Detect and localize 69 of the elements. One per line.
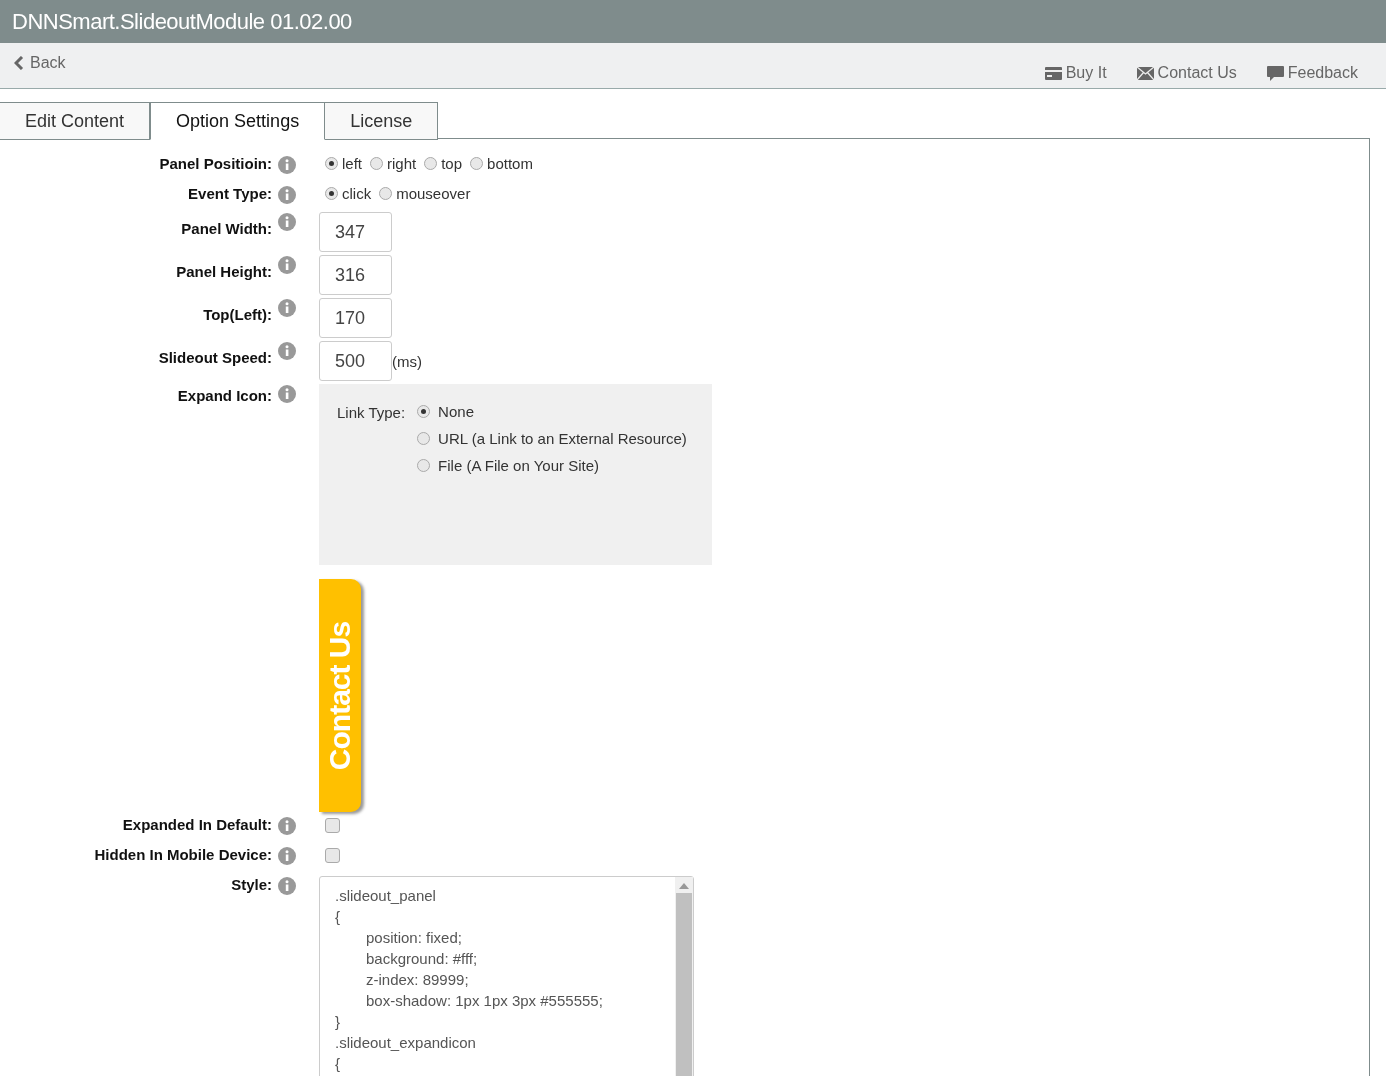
field-label: Hidden In Mobile Device: xyxy=(93,846,272,863)
info-icon[interactable] xyxy=(278,847,296,865)
radio-button[interactable] xyxy=(417,459,431,472)
field-label: Expanded In Default: xyxy=(121,816,272,833)
radio-button[interactable] xyxy=(379,187,393,200)
link-type-label: Link Type: xyxy=(337,404,406,423)
code-line: .slideout_panel xyxy=(335,886,437,906)
radio-option[interactable]: left xyxy=(325,155,362,172)
radio-option[interactable]: top xyxy=(424,155,463,172)
nav-link[interactable]: Buy It xyxy=(1044,64,1107,82)
field-label: Slideout Speed: xyxy=(157,349,272,366)
radio-button[interactable] xyxy=(470,157,484,170)
code-line: } xyxy=(335,1012,341,1032)
unit-label: (ms) xyxy=(392,353,422,370)
radio-button[interactable] xyxy=(370,157,383,170)
info-icon[interactable] xyxy=(278,156,296,174)
number-field[interactable]: 347 xyxy=(319,212,392,252)
credit-card-icon xyxy=(1044,66,1062,80)
code-line: background: #fff; xyxy=(365,949,479,969)
radio-button[interactable] xyxy=(417,432,431,445)
radio-option[interactable]: click xyxy=(325,185,372,202)
field-label: Panel Width: xyxy=(180,220,272,237)
field-label: Panel Height: xyxy=(175,263,272,280)
info-icon[interactable] xyxy=(278,213,296,231)
field-label: Style: xyxy=(230,876,272,893)
tab[interactable]: Option Settings xyxy=(150,102,326,140)
info-icon[interactable] xyxy=(278,342,296,360)
radio-option[interactable]: URL (a Link to an External Resource) xyxy=(417,429,687,448)
info-icon[interactable] xyxy=(278,299,296,317)
nav-link[interactable]: Feedback xyxy=(1266,64,1358,82)
info-icon[interactable] xyxy=(278,877,296,895)
tab[interactable]: Edit Content xyxy=(0,102,151,140)
scroll-up-icon[interactable] xyxy=(679,883,689,889)
info-icon[interactable] xyxy=(278,385,296,403)
field-label: Expand Icon: xyxy=(176,387,272,404)
number-field[interactable]: 500 xyxy=(319,341,392,381)
radio-option[interactable]: None xyxy=(417,402,687,421)
number-field[interactable]: 316 xyxy=(319,255,392,295)
field-label: Top(Left): xyxy=(202,306,272,323)
radio-button[interactable] xyxy=(325,157,338,170)
info-icon[interactable] xyxy=(278,186,296,204)
number-field[interactable]: 170 xyxy=(319,298,392,338)
style-editor[interactable]: .slideout_panel { position: fixed; background: #fff; z-index: 89999; box-shadow: 1px 1px 3px #555555; } .slideout_expandicon { xyxy=(319,876,694,1076)
chevron-left-icon xyxy=(14,56,24,70)
info-icon[interactable] xyxy=(278,256,296,274)
code-line: box-shadow: 1px 1px 3px #555555; xyxy=(365,991,604,1011)
radio-button[interactable] xyxy=(325,187,338,200)
field-label: Event Type: xyxy=(187,185,272,202)
radio-button[interactable] xyxy=(417,405,431,418)
code-line: position: fixed; xyxy=(365,928,463,948)
code-line: .slideout_expandicon xyxy=(335,1033,477,1053)
radio-option[interactable]: mouseover xyxy=(379,185,471,202)
tab[interactable]: License xyxy=(325,102,439,140)
window-title: DNNSmart.SlideoutModule 01.02.00 xyxy=(12,8,352,35)
back-link[interactable]: Back xyxy=(14,43,66,83)
radio-option[interactable]: bottom xyxy=(470,155,533,172)
code-line: { xyxy=(335,1054,341,1074)
radio-option[interactable]: File (A File on Your Site) xyxy=(417,456,687,475)
code-line: { xyxy=(335,907,341,927)
checkbox[interactable] xyxy=(325,848,340,863)
speech-bubble-icon xyxy=(1266,65,1284,81)
field-label: Panel Positioin: xyxy=(158,155,272,172)
code-line: z-index: 89999; xyxy=(365,970,470,990)
nav-link[interactable]: Contact Us xyxy=(1136,64,1237,82)
checkbox[interactable] xyxy=(325,818,340,833)
radio-button[interactable] xyxy=(424,157,438,170)
envelope-icon xyxy=(1136,66,1154,80)
info-icon[interactable] xyxy=(278,817,296,835)
radio-option[interactable]: right xyxy=(370,155,417,172)
